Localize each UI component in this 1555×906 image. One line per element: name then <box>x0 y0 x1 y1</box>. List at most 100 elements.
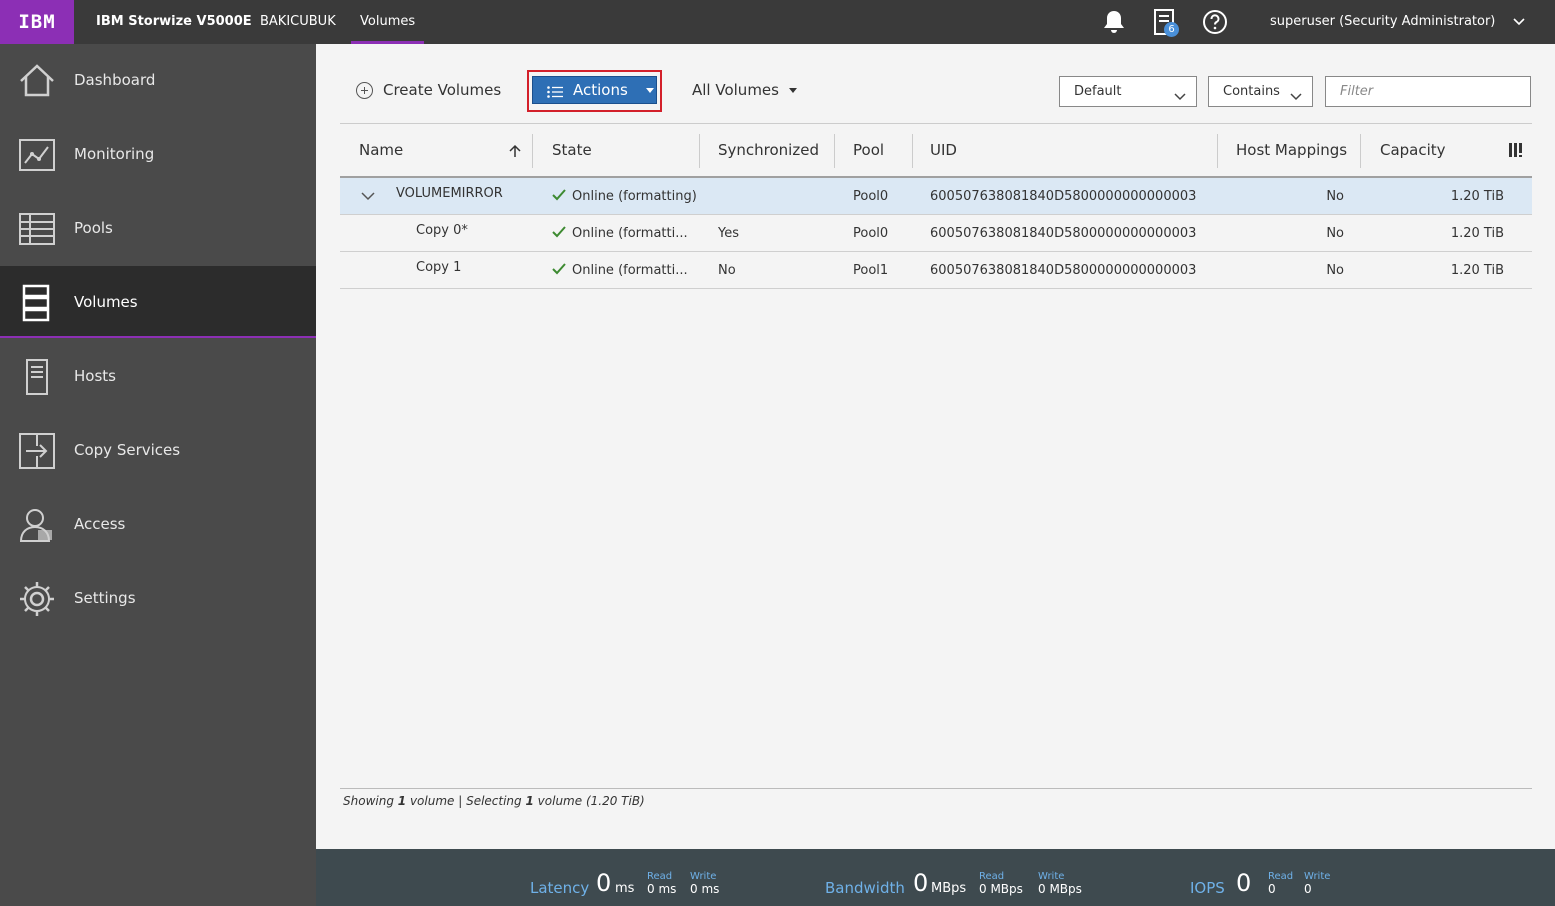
cell-pool: Pool1 <box>853 263 889 278</box>
summary-showing-prefix: Showing <box>343 794 394 808</box>
cell-state-text: Online (formatti... <box>572 226 688 241</box>
tasks-icon[interactable]: 6 <box>1152 8 1180 37</box>
bandwidth-write-label: Write <box>1038 871 1065 882</box>
cell-state: Online (formatti... <box>552 215 688 252</box>
sidebar-label: Pools <box>74 219 113 237</box>
bandwidth-read-label: Read <box>979 871 1005 882</box>
table-row[interactable]: VOLUMEMIRROR Online (formatting) Pool0 6… <box>340 178 1532 215</box>
chevron-down-icon[interactable] <box>1512 14 1526 28</box>
cell-synchronized: Yes <box>718 226 739 241</box>
create-volumes-button[interactable]: Create Volumes <box>356 76 501 104</box>
caret-down-icon <box>788 87 797 93</box>
cell-state-text: Online (formatting) <box>572 189 697 204</box>
caret-down-icon <box>645 87 654 93</box>
sidebar-item-volumes[interactable]: Volumes <box>0 266 316 338</box>
actions-label: Actions <box>573 81 628 99</box>
cell-state-text: Online (formatti... <box>572 263 688 278</box>
bandwidth-write-value: 0 MBps <box>1038 882 1082 896</box>
cell-pool: Pool0 <box>853 226 889 241</box>
sidebar-label: Monitoring <box>74 145 155 163</box>
tasks-badge: 6 <box>1164 22 1179 37</box>
column-divider <box>912 134 913 168</box>
chevron-down-icon <box>1174 85 1186 101</box>
sidebar-item-dashboard[interactable]: Dashboard <box>0 44 316 116</box>
summary-selecting-suffix: volume (1.20 TiB) <box>537 794 645 808</box>
notifications-bell-icon[interactable] <box>1100 8 1128 36</box>
cell-uid: 600507638081840D5800000000000003 <box>930 189 1197 204</box>
sidebar-item-pools[interactable]: Pools <box>0 192 316 264</box>
menu-list-icon <box>547 84 563 98</box>
settings-icon <box>18 580 56 618</box>
cell-state: Online (formatting) <box>552 178 697 215</box>
checkmark-icon <box>552 179 566 201</box>
chevron-down-icon[interactable] <box>360 190 376 202</box>
iops-write-value: 0 <box>1304 882 1312 896</box>
filter-mode-select[interactable]: Default <box>1059 76 1197 107</box>
table-footer-divider <box>340 788 1532 789</box>
latency-unit: ms <box>615 881 635 896</box>
column-header-uid[interactable]: UID <box>930 124 957 177</box>
column-header-synchronized[interactable]: Synchronized <box>718 124 819 177</box>
sidebar-item-copy-services[interactable]: Copy Services <box>0 414 316 486</box>
iops-label: IOPS <box>1190 879 1225 897</box>
bandwidth-unit: MBps <box>931 881 967 896</box>
cell-host-mappings: No <box>1326 263 1344 278</box>
product-name: IBM Storwize V5000E <box>96 14 252 29</box>
column-header-state[interactable]: State <box>552 124 592 177</box>
filter-input[interactable] <box>1325 76 1531 107</box>
bandwidth-read-value: 0 MBps <box>979 882 1023 896</box>
latency-label: Latency <box>530 879 590 897</box>
sidebar-item-monitoring[interactable]: Monitoring <box>0 118 316 190</box>
column-divider <box>699 134 700 168</box>
column-header-name[interactable]: Name <box>359 124 403 177</box>
all-volumes-label: All Volumes <box>692 81 779 99</box>
bandwidth-label: Bandwidth <box>825 879 905 897</box>
pools-icon <box>18 210 56 248</box>
sidebar-label: Dashboard <box>74 71 156 89</box>
iops-write-label: Write <box>1304 871 1331 882</box>
home-icon <box>18 62 56 100</box>
ibm-logo[interactable]: IBM <box>0 0 74 44</box>
access-icon <box>18 506 56 544</box>
cell-name: Copy 1 <box>416 260 462 275</box>
checkmark-icon <box>552 253 566 275</box>
cell-host-mappings: No <box>1326 189 1344 204</box>
column-divider <box>1360 134 1361 168</box>
filter-match-select[interactable]: Contains <box>1208 76 1313 107</box>
cell-synchronized: No <box>718 263 736 278</box>
column-divider <box>1217 134 1218 168</box>
breadcrumb-system[interactable]: BAKICUBUK <box>260 0 336 44</box>
sidebar-item-access[interactable]: Access <box>0 488 316 560</box>
breadcrumb-page[interactable]: Volumes <box>350 0 425 44</box>
cell-capacity: 1.20 TiB <box>1450 263 1504 278</box>
table-row[interactable]: Copy 0* Online (formatti... Yes Pool0 60… <box>340 215 1532 252</box>
actions-button[interactable]: Actions <box>532 76 657 104</box>
create-volumes-label: Create Volumes <box>383 81 502 99</box>
column-divider <box>834 134 835 168</box>
summary-selecting-count: 1 <box>525 794 534 808</box>
table-header: Name State Synchronized Pool UID Host Ma… <box>340 123 1532 178</box>
chevron-down-icon <box>1290 85 1302 101</box>
column-header-host-mappings[interactable]: Host Mappings <box>1236 124 1347 177</box>
filter-mode-value: Default <box>1074 84 1122 99</box>
all-volumes-dropdown[interactable]: All Volumes <box>692 76 797 104</box>
volumes-icon <box>18 284 56 322</box>
cell-uid: 600507638081840D5800000000000003 <box>930 263 1197 278</box>
help-icon[interactable] <box>1201 8 1229 36</box>
volumes-table: Name State Synchronized Pool UID Host Ma… <box>340 123 1532 289</box>
user-menu[interactable]: superuser (Security Administrator) <box>1270 0 1495 44</box>
sidebar-label: Volumes <box>74 293 138 311</box>
column-header-capacity[interactable]: Capacity <box>1380 124 1446 177</box>
sidebar-item-settings[interactable]: Settings <box>0 562 316 634</box>
iops-value: 0 <box>1236 869 1252 897</box>
sidebar-item-hosts[interactable]: Hosts <box>0 340 316 412</box>
table-summary: Showing 1 volume | Selecting 1 volume (1… <box>343 794 645 808</box>
sidebar-label: Copy Services <box>74 441 181 459</box>
performance-status-bar[interactable]: Latency 0 ms Read 0 ms Write 0 ms Bandwi… <box>316 849 1555 906</box>
column-chooser-icon[interactable] <box>1508 142 1526 158</box>
checkmark-icon <box>552 216 566 238</box>
sort-ascending-icon[interactable] <box>508 143 522 157</box>
iops-read-value: 0 <box>1268 882 1276 896</box>
column-header-pool[interactable]: Pool <box>853 124 884 177</box>
table-row[interactable]: Copy 1 Online (formatti... No Pool1 6005… <box>340 252 1532 289</box>
